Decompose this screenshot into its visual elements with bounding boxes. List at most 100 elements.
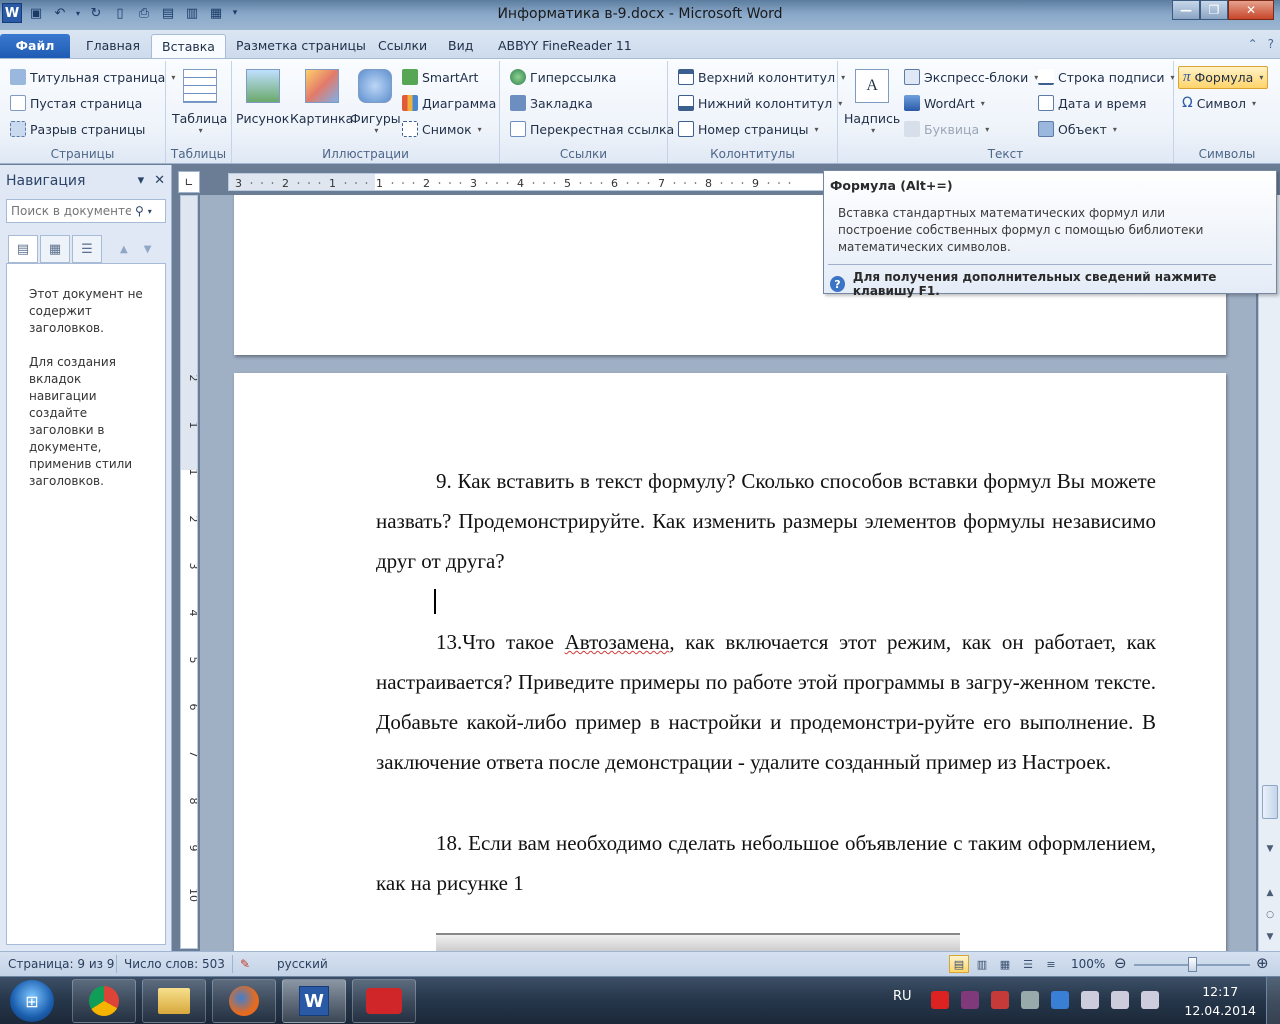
tab-view[interactable]: Вид: [438, 34, 483, 58]
tab-selector-button[interactable]: ∟: [178, 171, 200, 193]
table-button[interactable]: Таблица ▾: [172, 69, 227, 135]
language-indicator[interactable]: русский: [277, 957, 328, 971]
tab-references[interactable]: Ссылки: [368, 34, 437, 58]
taskbar-chrome[interactable]: [72, 979, 136, 1023]
symbol-button[interactable]: Ω Символ ▾: [1182, 95, 1256, 111]
hyperlink-button[interactable]: Гиперссылка: [510, 69, 616, 85]
word-count[interactable]: Число слов: 503: [124, 957, 225, 971]
close-pane-icon[interactable]: ✕: [154, 173, 165, 188]
tab-insert[interactable]: Вставка: [151, 34, 226, 58]
tab-home[interactable]: Главная: [76, 34, 150, 58]
page-current[interactable]: 9. Как вставить в текст формулу? Сколько…: [234, 373, 1226, 951]
zoom-slider-thumb[interactable]: [1188, 957, 1197, 972]
chart-button[interactable]: Диаграмма: [402, 95, 496, 111]
object-button[interactable]: Объект ▾: [1038, 121, 1117, 137]
cover-page-button[interactable]: Титульная страница ▾: [10, 69, 175, 85]
page-break-icon: [10, 121, 26, 137]
paragraph-question-13[interactable]: 13.Что такое Автозамена, как включается …: [376, 622, 1156, 782]
volume-icon[interactable]: [1111, 991, 1129, 1009]
header-button[interactable]: Верхний колонтитул ▾: [678, 69, 845, 85]
wordart-icon: [904, 95, 920, 111]
screenshot-button[interactable]: Снимок ▾: [402, 121, 482, 137]
kaspersky-icon[interactable]: [991, 991, 1009, 1009]
signature-line-button[interactable]: Строка подписи ▾: [1038, 69, 1175, 85]
clock-time: 12:17: [1202, 984, 1239, 999]
input-language[interactable]: RU: [893, 989, 912, 1004]
network-icon[interactable]: [1081, 991, 1099, 1009]
tab-abbyy[interactable]: ABBYY FineReader 11: [488, 34, 642, 58]
taskbar-explorer[interactable]: [142, 979, 206, 1023]
date-time-button[interactable]: Дата и время: [1038, 95, 1146, 111]
network-app-icon[interactable]: [1051, 991, 1069, 1009]
scroll-down-button[interactable]: ▼: [1261, 841, 1279, 857]
previous-arrow-icon[interactable]: ▲: [120, 244, 128, 255]
action-center-icon[interactable]: [1141, 991, 1159, 1009]
tab-page-layout[interactable]: Разметка страницы: [226, 34, 376, 58]
tools-icon[interactable]: [1021, 991, 1039, 1009]
wordart-button[interactable]: WordArt ▾: [904, 95, 985, 111]
close-button[interactable]: ✕: [1228, 0, 1274, 20]
taskbar-word[interactable]: W: [282, 979, 346, 1023]
smartart-button[interactable]: SmartArt: [402, 69, 478, 85]
print-layout-view-button[interactable]: ▤: [949, 955, 969, 973]
zoom-out-button[interactable]: ⊖: [1114, 954, 1127, 972]
bookmark-icon: [510, 95, 526, 111]
search-icon[interactable]: ⚲: [135, 204, 144, 218]
page-number-button[interactable]: Номер страницы ▾: [678, 121, 819, 137]
start-button[interactable]: ⊞: [10, 980, 54, 1022]
paragraph-question-18[interactable]: 18. Если вам необходимо сделать небольшо…: [376, 823, 1156, 903]
select-browse-object-button[interactable]: ○: [1261, 907, 1279, 923]
ruler-tick-label: 5: [564, 177, 571, 190]
bookmark-button[interactable]: Закладка: [510, 95, 593, 111]
picture-button[interactable]: Рисунок: [236, 69, 289, 126]
drop-cap-button[interactable]: Буквица ▾: [904, 121, 989, 137]
full-screen-reading-view-button[interactable]: ▥: [972, 955, 992, 973]
cross-reference-button[interactable]: Перекрестная ссылка: [510, 121, 674, 137]
minimize-button[interactable]: —: [1172, 0, 1200, 20]
tab-file[interactable]: Файл: [0, 34, 70, 58]
zoom-level[interactable]: 100%: [1071, 957, 1105, 971]
quick-parts-button[interactable]: Экспресс-блоки ▾: [904, 69, 1038, 85]
text-box-button[interactable]: A Надпись ▾: [844, 69, 900, 135]
equation-button[interactable]: π Формула ▾: [1178, 66, 1269, 89]
browse-pages-tab[interactable]: ▦: [40, 235, 70, 263]
scrollbar-thumb[interactable]: [1262, 785, 1278, 819]
footer-button[interactable]: Нижний колонтитул ▾: [678, 95, 842, 111]
previous-page-button[interactable]: ▲: [1261, 885, 1279, 901]
web-layout-view-button[interactable]: ▦: [995, 955, 1015, 973]
next-arrow-icon[interactable]: ▼: [144, 244, 152, 255]
pane-options-icon[interactable]: ▾: [138, 173, 145, 188]
document-area[interactable]: 9. Как вставить в текст формулу? Сколько…: [200, 195, 1256, 951]
taskbar-firefox[interactable]: [212, 979, 276, 1023]
page-break-button[interactable]: Разрыв страницы: [10, 121, 145, 137]
maximize-button[interactable]: ❐: [1200, 0, 1228, 20]
proofing-icon[interactable]: ✎: [240, 957, 250, 971]
search-input[interactable]: [11, 204, 131, 218]
search-options-icon[interactable]: ▾: [148, 207, 152, 216]
smartart-icon: [402, 69, 418, 85]
minimize-ribbon-icon[interactable]: ⌃: [1248, 37, 1258, 51]
draft-view-button[interactable]: ≡: [1041, 955, 1061, 973]
paragraph-question-9[interactable]: 9. Как вставить в текст формулу? Сколько…: [376, 461, 1156, 581]
zoom-in-button[interactable]: ⊕: [1256, 954, 1269, 972]
clock-date: 12.04.2014: [1184, 1003, 1256, 1018]
page-count[interactable]: Страница: 9 из 9: [8, 957, 114, 971]
taskbar-recorder[interactable]: [352, 979, 416, 1023]
next-page-button[interactable]: ▼: [1261, 929, 1279, 945]
spelling-error[interactable]: Автозамена: [565, 630, 670, 654]
yandex-icon[interactable]: [931, 991, 949, 1009]
shapes-button[interactable]: Фигуры ▾: [350, 69, 401, 135]
vertical-scrollbar[interactable]: ▼ ▲ ○ ▼: [1258, 195, 1280, 951]
clipart-button[interactable]: Картинка: [290, 69, 353, 126]
group-label-symbols: Символы: [1198, 147, 1256, 161]
outline-view-button[interactable]: ☰: [1018, 955, 1038, 973]
browse-headings-tab[interactable]: ▤: [8, 235, 38, 263]
onenote-icon[interactable]: [961, 991, 979, 1009]
show-desktop-button[interactable]: [1266, 977, 1280, 1024]
clock[interactable]: 12:17 12.04.2014: [1184, 982, 1256, 1020]
vertical-ruler[interactable]: 2 1 1 2 3 4 5 6 7 8 9 10: [180, 195, 198, 949]
group-pages: Титульная страница ▾ Пустая страница Разр…: [0, 61, 175, 163]
help-icon[interactable]: ?: [1268, 37, 1274, 51]
browse-results-tab[interactable]: ☰: [72, 235, 102, 263]
blank-page-button[interactable]: Пустая страница: [10, 95, 142, 111]
